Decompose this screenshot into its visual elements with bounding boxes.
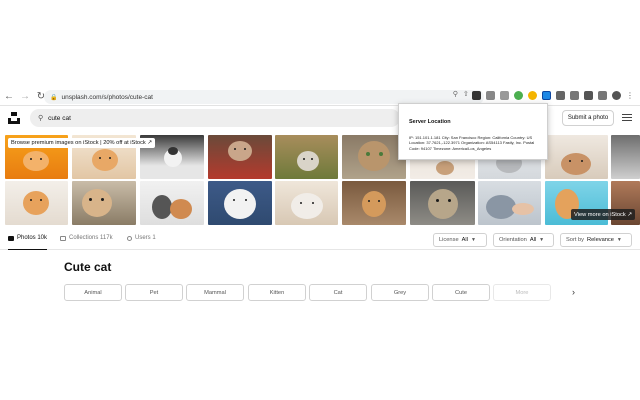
related-tag-chip[interactable]: Pet	[125, 284, 183, 301]
extensions-bar: ⋮	[472, 91, 634, 100]
tab-collections[interactable]: Collections 117k	[60, 235, 113, 250]
view-more-istock-link[interactable]: View more on iStock ↗	[571, 209, 636, 220]
download-icon[interactable]	[584, 91, 593, 100]
submit-photo-button[interactable]: Submit a photo	[562, 110, 614, 126]
forward-icon[interactable]: →	[18, 90, 32, 104]
more-icon[interactable]: ⋮	[626, 91, 634, 100]
puzzle-icon[interactable]	[556, 91, 565, 100]
search-value: cute cat	[48, 114, 71, 122]
related-tag-chip[interactable]: Cute	[432, 284, 490, 301]
sort-value: Relevance	[587, 237, 614, 243]
back-icon[interactable]: ←	[2, 90, 16, 104]
cat-photo[interactable]	[410, 181, 475, 225]
orientation-filter[interactable]: Orientation All ▼	[493, 233, 554, 247]
sort-label: Sort by	[566, 237, 585, 243]
orientation-label: Orientation	[499, 237, 527, 243]
search-input[interactable]: ⚲ cute cat	[30, 109, 400, 127]
extension-icon[interactable]	[500, 91, 509, 100]
cat-photo[interactable]	[342, 181, 406, 225]
related-tag-chip[interactable]: Grey	[371, 284, 429, 301]
cat-photo[interactable]	[72, 181, 136, 225]
sort-filter[interactable]: Sort by Relevance ▼	[560, 233, 632, 247]
chevron-down-icon: ▼	[539, 237, 545, 243]
collection-icon	[60, 236, 66, 241]
cat-photo[interactable]	[208, 181, 272, 225]
related-tag-chip[interactable]: Mammal	[186, 284, 244, 301]
tab-photos-label: Photos 10k	[17, 235, 48, 241]
cat-photo[interactable]	[545, 135, 608, 179]
address-bar[interactable]: 🔒 unsplash.com/s/photos/cute-cat	[44, 90, 484, 104]
license-filter[interactable]: License All ▼	[433, 233, 487, 247]
chevron-down-icon: ▼	[470, 237, 476, 243]
chevron-right-icon[interactable]: ›	[572, 287, 575, 297]
extension-icon[interactable]	[472, 91, 481, 100]
cat-photo[interactable]	[5, 181, 68, 225]
related-tag-chip[interactable]: Cat	[309, 284, 367, 301]
tab-users-label: Users 1	[135, 235, 156, 241]
popup-details: IP: 151.101.1.181 City: San Francisco Re…	[409, 135, 535, 151]
license-label: License	[439, 237, 459, 243]
server-location-popup: Server Location IP: 151.101.1.181 City: …	[398, 103, 548, 160]
sidebar-icon[interactable]	[598, 91, 607, 100]
cat-photo[interactable]	[478, 181, 541, 225]
users-icon	[127, 236, 132, 241]
address-text: unsplash.com/s/photos/cute-cat	[61, 93, 153, 101]
cat-photo[interactable]	[275, 135, 338, 179]
extension-icon[interactable]	[514, 91, 523, 100]
cat-photo[interactable]	[342, 135, 406, 179]
related-tag-chip[interactable]: More	[493, 284, 551, 301]
page: ← → ↻ 🔒 unsplash.com/s/photos/cute-cat ⚲…	[0, 0, 640, 400]
related-tag-chip[interactable]: Kitten	[248, 284, 306, 301]
search-icon[interactable]: ⚲	[38, 114, 43, 122]
list-icon[interactable]	[570, 91, 579, 100]
unsplash-logo-icon[interactable]	[8, 112, 20, 124]
profile-avatar[interactable]	[612, 91, 621, 100]
server-location-extension-icon[interactable]	[542, 91, 551, 100]
page-title: Cute cat	[64, 260, 112, 274]
extension-icon[interactable]	[486, 91, 495, 100]
tab-photos[interactable]: Photos 10k	[8, 235, 48, 250]
cat-photo[interactable]	[611, 135, 640, 179]
image-icon	[8, 236, 14, 241]
extension-icon[interactable]	[528, 91, 537, 100]
license-value: All	[461, 237, 468, 243]
chevron-down-icon: ▼	[616, 237, 622, 243]
cat-photo[interactable]	[275, 181, 338, 225]
orientation-value: All	[529, 237, 537, 243]
tab-users[interactable]: Users 1	[127, 235, 156, 250]
hamburger-menu-icon[interactable]	[622, 114, 632, 122]
cat-photo[interactable]	[208, 135, 272, 179]
cat-photo[interactable]	[140, 181, 204, 225]
tab-collections-label: Collections 117k	[69, 235, 113, 241]
lens-icon[interactable]: ⚲	[453, 90, 458, 98]
istock-promo-banner[interactable]: Browse premium images on iStock | 20% of…	[8, 138, 156, 148]
popup-title: Server Location	[409, 119, 451, 125]
lock-icon: 🔒	[50, 94, 58, 101]
share-icon[interactable]: ⇧	[463, 90, 469, 98]
related-tag-chip[interactable]: Animal	[64, 284, 122, 301]
